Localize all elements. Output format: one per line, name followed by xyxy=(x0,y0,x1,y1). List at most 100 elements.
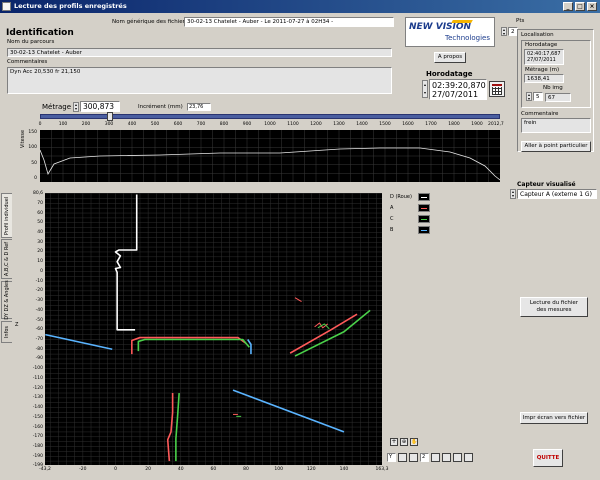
metrage-scale-tick: 300 xyxy=(104,122,114,127)
read-file-button[interactable]: Lecture du fichier des mesures xyxy=(520,297,588,317)
increment-field[interactable]: 23,76 xyxy=(187,103,211,111)
tab-2[interactable]: DY DZ & Angles xyxy=(1,280,12,320)
profile-y-tick: -20 xyxy=(35,288,43,294)
sensor-select[interactable]: Capteur A (externe 1 G) xyxy=(517,189,597,199)
nb-img-left-field[interactable]: 5 xyxy=(533,92,543,101)
scale-precision-icon[interactable] xyxy=(409,453,418,462)
metrage-scale-tick: 1600 xyxy=(402,122,414,127)
series-b-line xyxy=(45,333,113,351)
metrage-scale-tick: 1900 xyxy=(471,122,483,127)
timestamp-spinner[interactable]: ▴ ▾ xyxy=(422,80,428,98)
metrage-scale-tick: 800 xyxy=(219,122,229,127)
profile-zlabel: Z xyxy=(15,322,19,328)
profile-x-tick: 100 xyxy=(274,467,283,472)
metrage-scale-tick: 600 xyxy=(173,122,183,127)
x-scale-icon[interactable] xyxy=(453,453,462,462)
profile-x-tick: 60 xyxy=(210,467,217,472)
profile-x-tick: 140 xyxy=(339,467,349,472)
profile-y-tick: -50 xyxy=(35,317,43,323)
crosshair-tool-icon[interactable]: + xyxy=(390,438,398,446)
profile-y-tick: -30 xyxy=(35,298,43,304)
profile-y-tick: -120 xyxy=(32,385,43,391)
zoom-tool-icon[interactable]: ⊕ xyxy=(400,438,408,446)
tab-label: Profil individuel xyxy=(4,196,10,235)
axis-select-field[interactable]: Y xyxy=(387,453,396,462)
window-titlebar: Lecture des profils enregistrés _ □ × xyxy=(0,0,600,13)
lock-scale-icon[interactable] xyxy=(442,453,451,462)
metrage-scale-tick: 200 xyxy=(81,122,91,127)
chart-scale-toolbar: Y 2 xyxy=(387,453,511,463)
sensor-spinner[interactable]: ▴ ▾ xyxy=(510,189,516,199)
metrage-scale-tick: 1500 xyxy=(379,122,391,127)
metrage-scale-tick: 1700 xyxy=(425,122,437,127)
loc-commentaire-label: Commentaire xyxy=(521,111,559,117)
legend-entry: A xyxy=(390,204,438,213)
metrage-scale-tick: 0 xyxy=(38,122,42,127)
comments-label: Commentaires xyxy=(7,59,48,65)
company-logo: NEW VISION Technologies xyxy=(405,17,495,47)
nb-img-label: Nb img xyxy=(543,85,563,91)
metrage-scale-tick: 1800 xyxy=(448,122,460,127)
series-b-line xyxy=(232,389,345,433)
minimize-button[interactable]: _ xyxy=(563,2,573,11)
goto-point-button[interactable]: Aller à point particulier xyxy=(521,141,591,152)
metrage-slider-track[interactable] xyxy=(40,112,500,121)
legend-entry: C xyxy=(390,215,438,224)
profile-x-tick: -20 xyxy=(79,467,87,472)
generic-name-label: Nom générique des fichiers xyxy=(112,19,188,25)
maximize-button[interactable]: □ xyxy=(575,2,585,11)
route-field[interactable]: 30-02-13 Chatelet - Auber xyxy=(7,48,392,57)
pan-tool-icon[interactable]: ✋ xyxy=(410,438,418,446)
about-button[interactable]: A propos xyxy=(434,52,466,63)
legend-entry: D (Roue) xyxy=(390,193,438,202)
scale-format-icon[interactable] xyxy=(398,453,407,462)
scale-value-field[interactable]: 2 xyxy=(420,453,429,462)
close-button[interactable]: × xyxy=(587,2,597,11)
timestamp-field[interactable]: 02:39:20,870 27/07/2011 xyxy=(429,79,487,100)
tab-label: A,B,C & D Ref xyxy=(4,241,10,277)
speed-y-tick: 50 xyxy=(31,160,37,166)
tab-0[interactable]: Profil individuel xyxy=(1,193,12,238)
window-title: Lecture des profils enregistrés xyxy=(14,2,127,10)
metrage-scale-tick: 700 xyxy=(196,122,206,127)
autoscale-icon[interactable] xyxy=(431,453,440,462)
nb-img-spinner[interactable]: ▴ ▾ xyxy=(526,92,532,101)
speed-y-tick: 0 xyxy=(34,176,37,181)
profile-y-tick: -130 xyxy=(32,395,43,401)
profile-chart-svg xyxy=(45,193,382,465)
profile-y-tick: -60 xyxy=(35,327,43,333)
profile-x-tick: 80 xyxy=(243,467,249,472)
metrage-scale: 0 100 200 300 400 500 600 700 800 900 1000 1100 1200… xyxy=(39,122,504,130)
speed-chart-svg xyxy=(40,130,500,182)
profile-y-tick: 70 xyxy=(37,200,43,206)
profile-y-tick: -40 xyxy=(35,307,43,313)
loc-horodatage-label: Horodatage xyxy=(525,42,558,48)
profile-y-tick: 60 xyxy=(37,210,43,216)
profile-y-tick: -170 xyxy=(32,434,43,440)
tab-3[interactable]: Infos xyxy=(1,321,12,343)
tab-1[interactable]: A,B,C & D Ref xyxy=(1,239,12,279)
profile-y-tick: -140 xyxy=(32,405,43,411)
metrage-scale-tick: 500 xyxy=(150,122,160,127)
metrage-scale-tick: 1200 xyxy=(310,122,322,127)
calendar-icon[interactable] xyxy=(489,81,505,97)
profile-y-tick: 40 xyxy=(37,229,43,235)
quit-button[interactable]: QUITTE xyxy=(533,449,563,467)
y-scale-icon[interactable] xyxy=(464,453,473,462)
timestamp-date: 27/07/2011 xyxy=(432,90,479,99)
profile-y-tick: -10 xyxy=(35,278,43,284)
print-screen-button[interactable]: Impr écran vers fichier xyxy=(520,412,588,424)
profile-y-tick: -180 xyxy=(32,444,43,450)
pts-spinner[interactable]: ▴ ▾ xyxy=(501,27,507,36)
metrage-field[interactable]: 300,873 xyxy=(80,101,120,112)
nb-img-right-field: 67 xyxy=(545,93,571,102)
generic-name-field[interactable]: 30-02-13 Chatelet - Auber - Le 2011-07-2… xyxy=(184,17,394,27)
metrage-slider-thumb[interactable] xyxy=(106,112,113,121)
metrage-label: Métrage xyxy=(42,103,72,111)
metrage-scale-tick: 1300 xyxy=(333,122,345,127)
logo-swoosh xyxy=(451,20,473,23)
metrage-spinner[interactable]: ▴ ▾ xyxy=(73,102,79,112)
comments-field[interactable]: Dyn Acc 20,530 fr 21,150 xyxy=(7,67,392,94)
profile-x-tick: -43,2 xyxy=(39,467,51,472)
profile-y-ticks: 80,6 70 60 50 40 30 20 10 0 -10 -20 -30 -40 -50 -60 -70… xyxy=(22,191,44,468)
